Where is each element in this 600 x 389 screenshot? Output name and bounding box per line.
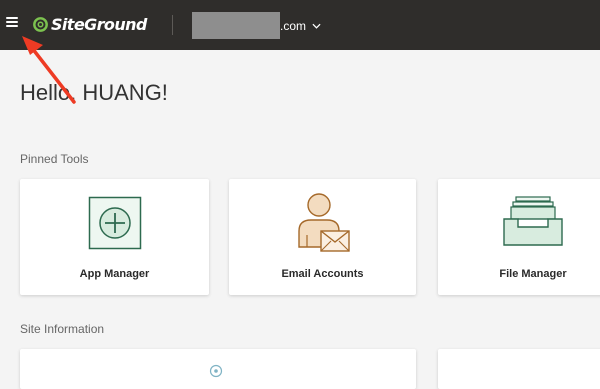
site-domain-suffix: .com (280, 18, 307, 33)
file-manager-icon (503, 196, 563, 246)
topbar-divider (172, 15, 173, 35)
app-manager-label: App Manager (79, 268, 150, 280)
site-info-icon (209, 364, 223, 378)
site-information-heading: Site Information (20, 322, 105, 336)
site-information-card-secondary (438, 349, 600, 389)
top-navigation-bar: SiteGround .com (0, 0, 600, 50)
email-accounts-icon (297, 193, 350, 252)
app-manager-card[interactable]: App Manager (20, 179, 209, 295)
menu-line (6, 17, 18, 19)
hamburger-menu-icon[interactable] (6, 14, 20, 30)
file-manager-label: File Manager (499, 268, 567, 280)
chevron-down-icon (312, 23, 321, 29)
pinned-tools-heading: Pinned Tools (20, 152, 89, 166)
site-selector-dropdown[interactable]: .com (192, 12, 321, 39)
site-information-card (20, 349, 416, 389)
menu-line (6, 21, 18, 23)
menu-line (6, 25, 18, 27)
app-manager-icon (88, 196, 141, 250)
file-manager-card[interactable]: File Manager (438, 179, 600, 295)
page-greeting: Hello, HUANG! (20, 80, 168, 105)
siteground-logo-mark-icon (33, 16, 48, 32)
email-accounts-card[interactable]: Email Accounts (229, 179, 416, 295)
siteground-logo[interactable]: SiteGround (33, 12, 147, 36)
email-accounts-label: Email Accounts (281, 268, 364, 280)
redacted-site-name (192, 12, 280, 39)
logo-text: SiteGround (51, 14, 147, 34)
